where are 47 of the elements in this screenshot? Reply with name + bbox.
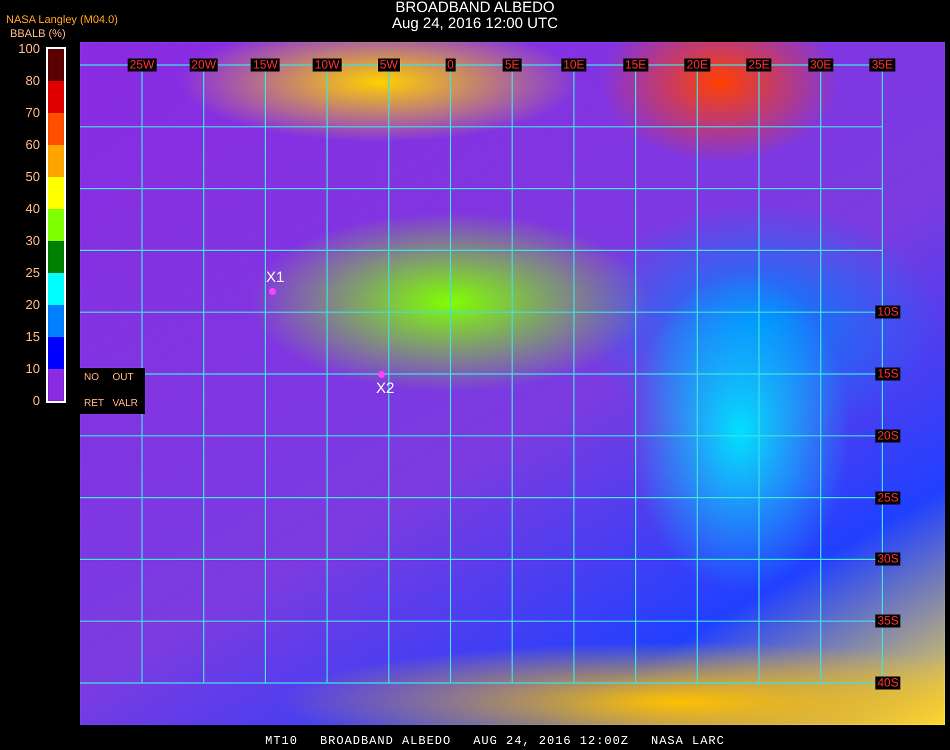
footer-text: MT10 <box>265 733 298 750</box>
longitude-label: 10E <box>561 58 587 72</box>
tick-label: 15 <box>26 330 40 344</box>
marker-dot <box>378 371 385 378</box>
tick-label: 40 <box>26 202 40 216</box>
latitude-label: 30S <box>875 552 901 566</box>
map-subtitle: Aug 24, 2016 12:00 UTC <box>391 16 559 32</box>
tick-label: 30 <box>26 234 40 248</box>
tick-label: 25 <box>26 266 40 280</box>
latitude-label: 20S <box>875 429 901 442</box>
marker-dot <box>269 288 276 295</box>
tick-label: 60 <box>26 138 40 152</box>
longitude-label: 5E <box>502 58 522 72</box>
latitude-label: 40S <box>875 676 901 690</box>
map-title: BROADBAND ALBEDO <box>394 0 556 16</box>
marker-label: X1 <box>266 270 284 286</box>
tick-label: 80 <box>26 74 40 88</box>
longitude-label: 20W <box>189 58 218 72</box>
longitude-label: 10W <box>312 58 342 72</box>
legend-text: RET <box>84 398 105 410</box>
legend-text: NO <box>84 372 100 384</box>
legend-text: OUT <box>112 372 135 384</box>
colorbar-label: BBALB (%) <box>9 28 66 41</box>
latitude-label: 15S <box>875 368 901 380</box>
longitude-label: 5W <box>378 58 400 72</box>
footer-text: BROADBAND ALBEDO <box>320 733 452 750</box>
longitude-label: 25W <box>128 58 156 72</box>
tick-label: 70 <box>26 106 40 120</box>
tick-label: 50 <box>26 170 40 184</box>
source-label: NASA Langley (M04.0) <box>6 14 118 27</box>
legend-text: VALR <box>112 398 139 410</box>
longitude-label: 15E <box>622 58 648 72</box>
tick-label: 100 <box>18 42 40 56</box>
longitude-label: 0 <box>445 58 456 72</box>
footer-text: NASA LARC <box>651 733 725 750</box>
longitude-label: 20E <box>684 58 710 72</box>
tick-label: 20 <box>26 298 40 312</box>
footer-text: AUG 24, 2016 12:00Z <box>473 733 630 750</box>
longitude-label: 30E <box>808 58 834 72</box>
latitude-label: 10S <box>875 306 901 319</box>
tick-label: 10 <box>26 362 40 376</box>
longitude-label: 15W <box>251 58 280 72</box>
latitude-label: 35S <box>875 614 901 628</box>
tick-label: 0 <box>32 394 40 408</box>
latitude-label: 25S <box>875 491 901 504</box>
longitude-label: 35E <box>870 58 896 72</box>
longitude-label: 25E <box>746 58 772 72</box>
